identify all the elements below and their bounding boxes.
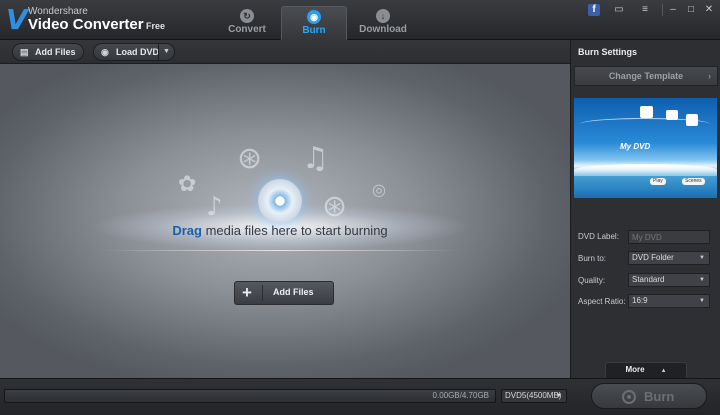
chevron-down-icon[interactable]: ▼	[158, 44, 174, 60]
maximize-icon[interactable]: □	[685, 4, 697, 16]
disc-usage-text: 0.00GB/4.70GB	[432, 391, 489, 400]
tab-convert[interactable]: ↻ Convert	[214, 6, 280, 40]
burn-settings-panel: Burn Settings Change Template › My DVD P…	[570, 40, 720, 378]
tab-download[interactable]: ↓ Download	[350, 6, 416, 40]
tab-burn-label: Burn	[302, 25, 326, 36]
burn-to-label: Burn to:	[578, 254, 607, 263]
load-dvd-label: Load DVD	[116, 47, 160, 57]
add-files-divider	[262, 285, 263, 301]
template-preview[interactable]: My DVD Play Scenes	[574, 98, 717, 198]
shirt-icon	[666, 110, 678, 120]
chevron-up-icon: ▲	[660, 368, 667, 374]
disc-small-icon: ◎	[372, 180, 386, 199]
more-button[interactable]: More ▲	[605, 362, 687, 378]
dvd-label-field[interactable]	[628, 230, 710, 244]
list-icon[interactable]: ≡	[639, 4, 651, 16]
change-template-label: Change Template	[608, 71, 684, 81]
drag-hint-text: media files here to start burning	[201, 223, 388, 238]
aspect-ratio-label: Aspect Ratio:	[578, 297, 626, 306]
tab-burn[interactable]: ◉ Burn	[281, 6, 347, 40]
burn-icon: ◉	[307, 10, 321, 24]
preview-scenes: Scenes	[682, 178, 705, 185]
plus-icon: +	[242, 283, 252, 302]
burn-button[interactable]: Burn	[591, 383, 707, 409]
burn-disc-icon	[622, 390, 636, 404]
app-edition: Free	[146, 21, 166, 31]
dvd-disc-icon	[258, 179, 302, 223]
drag-hint: Drag media files here to start burning	[120, 223, 440, 238]
photo-icon: ✿	[178, 172, 197, 197]
add-files-button[interactable]: ▤ Add Files	[12, 43, 84, 61]
wave	[574, 164, 717, 176]
add-files-center-button[interactable]: + Add Files	[234, 281, 334, 305]
shirt-icon	[686, 114, 698, 126]
chevron-down-icon: ▼	[699, 277, 705, 283]
more-label: More	[625, 365, 645, 374]
facebook-icon[interactable]: f	[588, 4, 600, 16]
chevron-down-icon: ▼	[699, 255, 705, 261]
burn-to-select[interactable]: DVD Folder ▼	[628, 251, 710, 265]
add-files-label: Add Files	[35, 47, 76, 57]
add-files-center-label: Add Files	[273, 287, 314, 297]
close-icon[interactable]: ✕	[703, 4, 715, 16]
dvd-icon: ◉	[101, 47, 109, 57]
film-reel-icon: ⊛	[237, 141, 263, 176]
tab-convert-label: Convert	[228, 24, 266, 35]
app-logo-icon: V	[6, 3, 28, 36]
chat-icon[interactable]: ▭	[613, 4, 625, 16]
quality-value: Standard	[632, 275, 665, 284]
preview-title: My DVD	[620, 142, 651, 151]
convert-icon: ↻	[240, 9, 254, 23]
window-controls-divider	[662, 4, 663, 16]
disc-usage-bar: 0.00GB/4.70GB	[4, 389, 496, 403]
drag-hint-bold: Drag	[172, 223, 202, 238]
shirt-icon	[640, 106, 653, 118]
chevron-right-icon: ›	[708, 71, 711, 81]
app-product-name: Video Converter	[28, 16, 144, 33]
aspect-ratio-value: 16:9	[632, 296, 648, 305]
burn-to-value: DVD Folder	[632, 253, 674, 262]
burn-settings-title: Burn Settings	[578, 47, 638, 57]
glow-line	[100, 250, 460, 251]
minimize-icon[interactable]: –	[667, 4, 679, 16]
bottom-bar: 0.00GB/4.70GB DVD5(4500MB) ▼ Burn	[0, 378, 720, 415]
chevron-down-icon: ▼	[556, 393, 562, 399]
drop-area[interactable]: ⊛ ♫ ✿ ◎ ♪ ⊛ Drag media files here to sta…	[0, 64, 570, 378]
preview-play: Play	[650, 178, 666, 185]
add-file-icon: ▤	[20, 47, 29, 57]
disc-type-value: DVD5(4500MB)	[505, 391, 562, 400]
disc-type-select[interactable]: DVD5(4500MB) ▼	[501, 389, 567, 403]
toolbar: ▤ Add Files ◉ Load DVD ▼	[0, 40, 570, 64]
quality-select[interactable]: Standard ▼	[628, 273, 710, 287]
title-bar: V Wondershare Video Converter Free ↻ Con…	[0, 0, 720, 40]
download-icon: ↓	[376, 9, 390, 23]
dvd-label-label: DVD Label:	[578, 232, 619, 241]
quality-label: Quality:	[578, 276, 606, 285]
load-dvd-button[interactable]: ◉ Load DVD ▼	[93, 43, 175, 61]
music-note-icon: ♫	[302, 141, 329, 176]
chevron-down-icon: ▼	[699, 298, 705, 304]
burn-label: Burn	[644, 389, 675, 404]
change-template-button[interactable]: Change Template ›	[574, 66, 718, 86]
aspect-ratio-select[interactable]: 16:9 ▼	[628, 294, 710, 308]
tab-download-label: Download	[359, 24, 407, 35]
